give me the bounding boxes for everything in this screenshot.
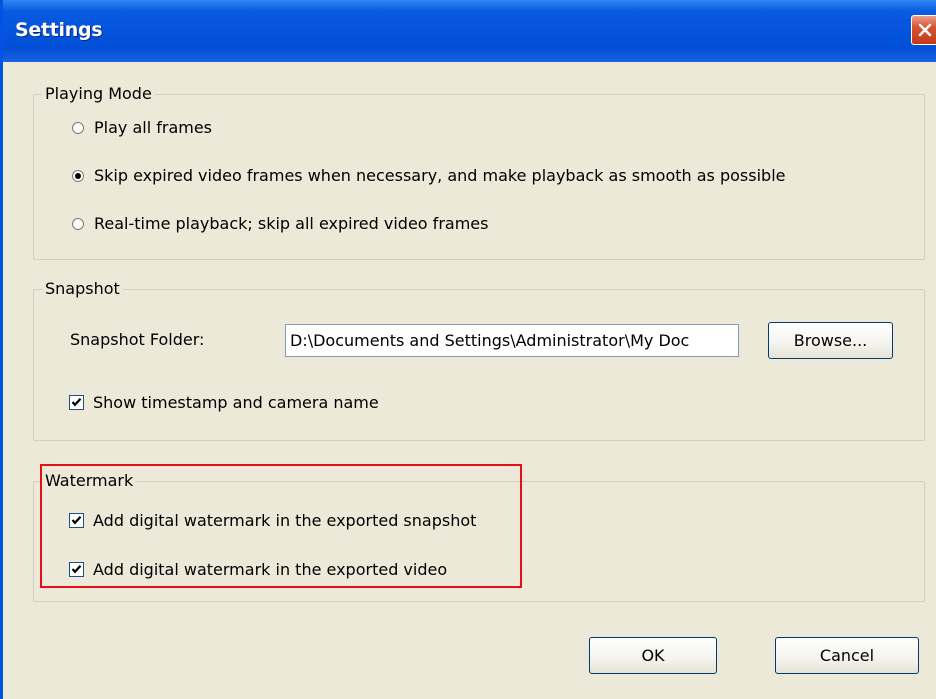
- radio-label: Real-time playback; skip all expired vid…: [94, 214, 489, 233]
- radio-button[interactable]: [72, 121, 84, 134]
- checkbox[interactable]: [69, 395, 84, 410]
- snapshot-folder-input[interactable]: D:\Documents and Settings\Administrator\…: [285, 324, 739, 357]
- checkmark-icon: [71, 398, 82, 407]
- ok-button[interactable]: OK: [589, 637, 717, 674]
- close-button[interactable]: [911, 15, 936, 45]
- checkbox-label: Show timestamp and camera name: [93, 393, 379, 412]
- title-bar[interactable]: Settings: [3, 0, 936, 62]
- radio-label: Skip expired video frames when necessary…: [94, 166, 786, 185]
- radio-label: Play all frames: [94, 118, 213, 137]
- cancel-button[interactable]: Cancel: [775, 637, 919, 674]
- radio-button[interactable]: [72, 169, 84, 182]
- radio-button[interactable]: [72, 217, 84, 230]
- checkbox-show-timestamp[interactable]: Show timestamp and camera name: [69, 393, 379, 412]
- playing-mode-legend: Playing Mode: [42, 84, 155, 104]
- snapshot-folder-label: Snapshot Folder:: [70, 330, 205, 349]
- window-title: Settings: [15, 19, 103, 41]
- snapshot-group: Snapshot: [33, 279, 925, 441]
- snapshot-legend: Snapshot: [42, 279, 123, 299]
- radio-real-time-playback[interactable]: Real-time playback; skip all expired vid…: [72, 214, 488, 233]
- settings-dialog: Settings Playing Mode Play all frames Sk…: [0, 0, 936, 699]
- radio-skip-expired-frames[interactable]: Skip expired video frames when necessary…: [72, 166, 785, 185]
- browse-button[interactable]: Browse...: [768, 322, 893, 359]
- radio-play-all-frames[interactable]: Play all frames: [72, 118, 212, 137]
- watermark-highlight-box: [40, 464, 522, 588]
